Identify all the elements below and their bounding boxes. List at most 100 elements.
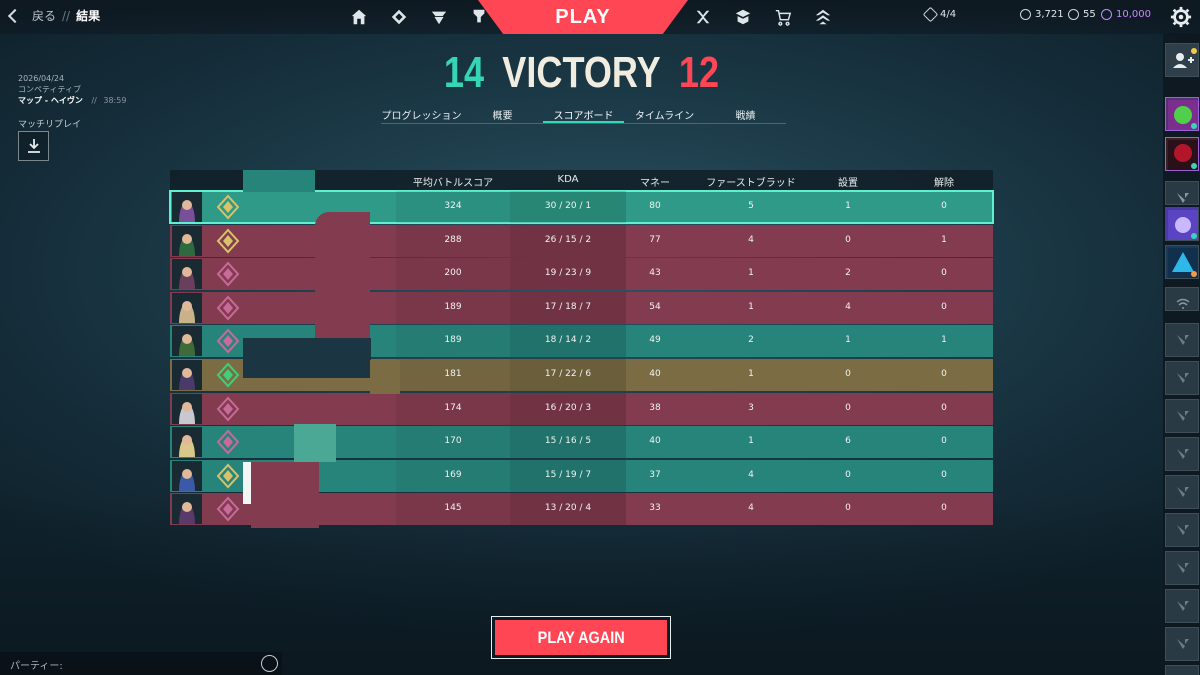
play-label: PLAY bbox=[555, 5, 611, 28]
header-econ: マネー bbox=[640, 178, 670, 189]
cell-first-blood: 5 bbox=[748, 201, 754, 211]
valorant-logo-icon bbox=[1177, 487, 1189, 497]
friend-slot[interactable] bbox=[1165, 399, 1199, 433]
cell-acs: 169 bbox=[444, 469, 462, 480]
agent-portrait bbox=[172, 393, 202, 424]
career-stats-icon[interactable] bbox=[733, 7, 753, 27]
name-redaction-block bbox=[294, 424, 336, 462]
battlepass-icon[interactable] bbox=[429, 7, 449, 27]
name-column-overlay bbox=[243, 170, 315, 192]
wifi-icon bbox=[1176, 298, 1190, 309]
cell-plants: 2 bbox=[845, 268, 851, 279]
valorant-logo-icon bbox=[1177, 563, 1189, 573]
cell-acs: 170 bbox=[444, 436, 462, 447]
table-row[interactable]: 200 19 / 23 / 9 43 1 2 0 bbox=[170, 258, 993, 291]
store-icon[interactable] bbox=[773, 7, 793, 27]
back-label: 戻る bbox=[32, 9, 57, 23]
vp-counter[interactable]: 3,721 bbox=[1020, 9, 1064, 20]
result-label: VICTORY bbox=[502, 48, 661, 97]
cell-acs: 181 bbox=[444, 369, 462, 379]
home-icon[interactable] bbox=[349, 7, 369, 27]
radianite-counter[interactable]: 55 bbox=[1068, 9, 1096, 20]
friend-slot[interactable] bbox=[1165, 361, 1199, 395]
tab-performance[interactable]: 戦績 bbox=[705, 104, 786, 123]
add-friend-button[interactable] bbox=[1165, 43, 1199, 77]
table-row[interactable]: 174 16 / 20 / 3 38 3 0 0 bbox=[170, 392, 993, 425]
party-member-avatar[interactable] bbox=[1165, 137, 1199, 171]
cell-defuses: 1 bbox=[941, 335, 947, 346]
player-name-cell[interactable] bbox=[243, 191, 315, 223]
cell-defuses: 0 bbox=[941, 503, 947, 514]
player-name-cell[interactable] bbox=[243, 225, 315, 257]
player-name-cell[interactable] bbox=[243, 292, 315, 324]
valorant-points-icon bbox=[1020, 9, 1031, 20]
play-tab[interactable]: PLAY bbox=[478, 0, 688, 34]
team-score: 14 bbox=[443, 48, 485, 97]
player-name-cell[interactable] bbox=[243, 258, 315, 290]
cell-plants: 4 bbox=[845, 301, 851, 312]
match-result-title: 14 VICTORY 12 bbox=[105, 48, 1059, 98]
unlocks-counter[interactable]: 4/4 bbox=[922, 6, 956, 23]
friend-slot[interactable] bbox=[1165, 513, 1199, 547]
friend-slot[interactable] bbox=[1165, 665, 1199, 675]
unlock-icon bbox=[922, 6, 939, 23]
cell-kda: 15 / 16 / 5 bbox=[544, 436, 592, 447]
replay-download-button[interactable] bbox=[18, 131, 49, 161]
party-icon[interactable] bbox=[261, 655, 278, 672]
cell-acs: 288 bbox=[444, 234, 462, 245]
valorant-logo-icon bbox=[1177, 525, 1189, 535]
tab-summary[interactable]: 概要 bbox=[462, 104, 543, 123]
tab-progression[interactable]: プログレッション bbox=[381, 104, 462, 123]
gear-icon[interactable] bbox=[1170, 6, 1192, 28]
radianite-icon bbox=[1068, 9, 1079, 20]
download-icon bbox=[27, 139, 40, 153]
agent-portrait bbox=[172, 259, 202, 290]
rank-icon[interactable] bbox=[813, 7, 833, 27]
header-acs: 平均バトルスコア bbox=[412, 178, 494, 189]
rank-icon bbox=[216, 496, 240, 522]
player-name-cell[interactable] bbox=[243, 393, 315, 425]
party-member-avatar[interactable] bbox=[1165, 97, 1199, 131]
cell-acs: 174 bbox=[444, 402, 462, 413]
valorant-logo-icon bbox=[1177, 411, 1189, 421]
friend-slot[interactable] bbox=[1165, 589, 1199, 623]
breadcrumb-separator: // bbox=[62, 8, 71, 23]
rank-icon bbox=[216, 228, 240, 254]
friend-slot[interactable] bbox=[1165, 437, 1199, 471]
table-row[interactable]: 189 17 / 18 / 7 54 1 4 0 bbox=[170, 291, 993, 324]
friend-avatar[interactable] bbox=[1165, 207, 1199, 241]
table-row[interactable]: 324 30 / 20 / 1 80 5 1 0 bbox=[169, 190, 994, 224]
cell-kda: 17 / 18 / 7 bbox=[544, 301, 592, 312]
friend-slot[interactable] bbox=[1165, 181, 1199, 205]
name-redaction-block bbox=[243, 338, 371, 378]
play-again-button[interactable]: PLAY AGAIN bbox=[491, 616, 671, 659]
back-button[interactable]: 戻る // 結果 bbox=[7, 7, 100, 24]
tab-scoreboard[interactable]: スコアボード bbox=[543, 104, 624, 123]
rank-icon bbox=[216, 429, 240, 455]
agent-portrait bbox=[172, 192, 202, 222]
party-chat-bar[interactable]: パーティー: bbox=[0, 652, 282, 675]
cell-plants: 0 bbox=[845, 503, 851, 514]
friend-slot[interactable] bbox=[1165, 551, 1199, 585]
agents-icon[interactable] bbox=[693, 7, 713, 27]
avatar bbox=[1168, 248, 1198, 278]
friend-avatar[interactable] bbox=[1165, 245, 1199, 279]
cell-econ: 49 bbox=[649, 335, 661, 346]
career-icon[interactable] bbox=[389, 7, 409, 27]
friend-slot[interactable] bbox=[1165, 627, 1199, 661]
cell-first-blood: 3 bbox=[748, 402, 754, 413]
add-friend-icon bbox=[1173, 48, 1197, 68]
rank-icon bbox=[216, 328, 240, 354]
cell-econ: 80 bbox=[649, 201, 661, 211]
name-redaction-block bbox=[251, 462, 319, 528]
friend-slot[interactable] bbox=[1165, 475, 1199, 509]
friend-slot[interactable] bbox=[1165, 323, 1199, 357]
tab-timeline[interactable]: タイムライン bbox=[624, 104, 705, 123]
cell-defuses: 0 bbox=[941, 436, 947, 447]
table-row[interactable]: 288 26 / 15 / 2 77 4 0 1 bbox=[170, 224, 993, 257]
friend-slot[interactable] bbox=[1165, 287, 1199, 311]
cell-econ: 40 bbox=[649, 369, 661, 379]
rank-icon bbox=[216, 261, 240, 287]
kingdom-credits-counter[interactable]: 10,000 bbox=[1101, 9, 1151, 20]
valorant-logo-icon bbox=[1177, 335, 1189, 345]
